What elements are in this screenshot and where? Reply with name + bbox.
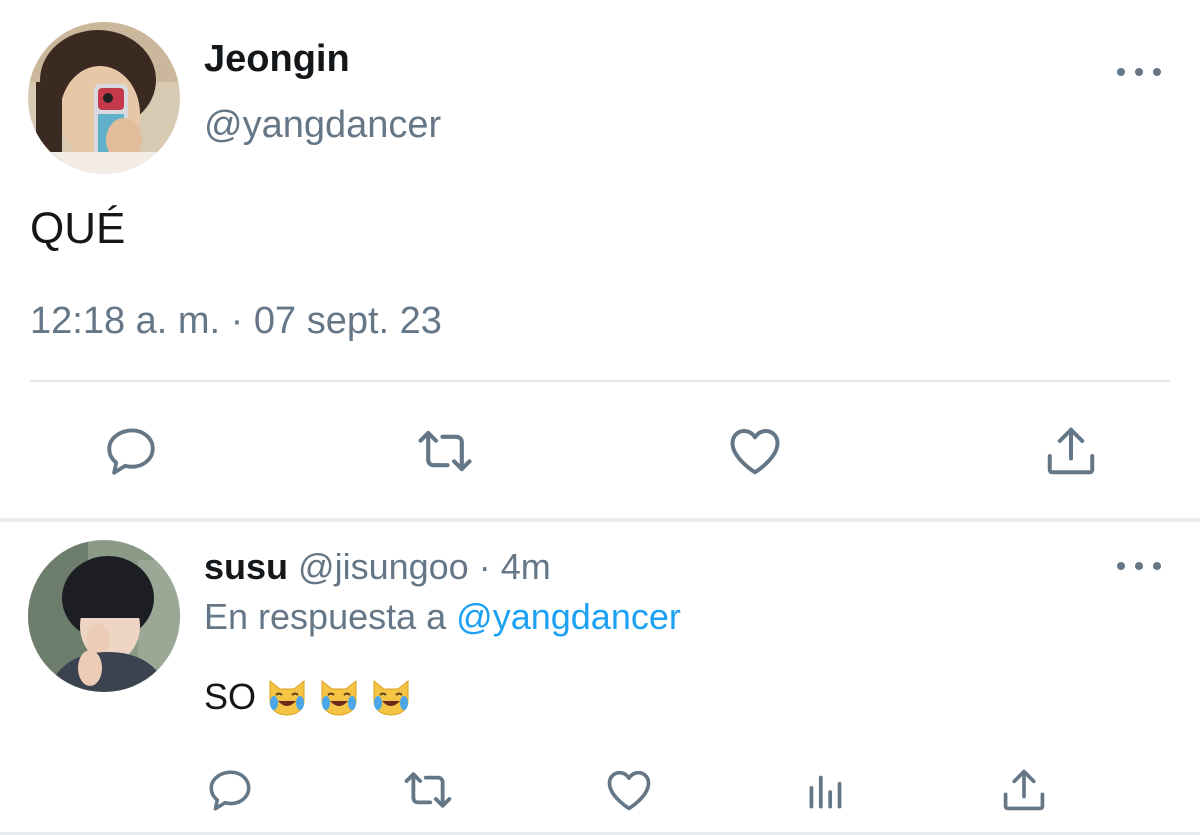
share-icon — [1003, 769, 1045, 811]
mention-link[interactable]: @yangdancer — [456, 596, 681, 637]
stats-button[interactable] — [798, 762, 854, 818]
section-divider — [0, 518, 1200, 522]
avatar[interactable] — [28, 22, 180, 174]
retweet-icon — [418, 430, 472, 472]
more-options-icon[interactable] — [1117, 556, 1161, 576]
cat-tears-of-joy-icon — [373, 679, 409, 716]
retweet-button[interactable] — [400, 762, 456, 818]
retweet-button[interactable] — [412, 418, 478, 484]
tweet-detail-page: Jeongin @yangdancer QUÉ 12:18 a. m. · 07… — [0, 0, 1200, 835]
separator: · — [478, 546, 491, 587]
avatar[interactable] — [28, 540, 180, 692]
divider — [30, 380, 1170, 382]
like-icon — [607, 770, 651, 811]
reply-context-label: En respuesta a — [204, 596, 447, 637]
reply-button[interactable] — [202, 762, 258, 818]
retweet-icon — [404, 772, 452, 808]
tweet-text: SO — [204, 676, 412, 718]
reply-button[interactable] — [98, 418, 164, 484]
reply-header: susu @jisungoo · 4m — [204, 546, 551, 588]
share-icon — [1047, 427, 1095, 475]
cat-tears-of-joy-icon — [321, 679, 357, 716]
tweet-age[interactable]: 4m — [501, 546, 551, 587]
reply-icon — [209, 770, 251, 811]
reply-icon — [107, 428, 155, 475]
cat-tears-of-joy-icon — [269, 679, 305, 716]
display-name[interactable]: Jeongin — [204, 38, 350, 81]
stats-icon — [809, 775, 842, 809]
tweet-text-content: SO — [204, 676, 257, 717]
tweet-text: QUÉ — [30, 204, 126, 253]
handle[interactable]: @jisungoo — [298, 546, 469, 587]
reply-context: En respuesta a @yangdancer — [204, 596, 681, 638]
like-button[interactable] — [722, 418, 788, 484]
display-name[interactable]: susu — [204, 546, 288, 587]
more-options-icon[interactable] — [1117, 62, 1161, 82]
like-button[interactable] — [601, 762, 657, 818]
share-button[interactable] — [996, 762, 1052, 818]
share-button[interactable] — [1038, 418, 1104, 484]
handle[interactable]: @yangdancer — [204, 104, 441, 147]
like-icon — [730, 429, 780, 475]
tweet-timestamp[interactable]: 12:18 a. m. · 07 sept. 23 — [30, 300, 442, 343]
